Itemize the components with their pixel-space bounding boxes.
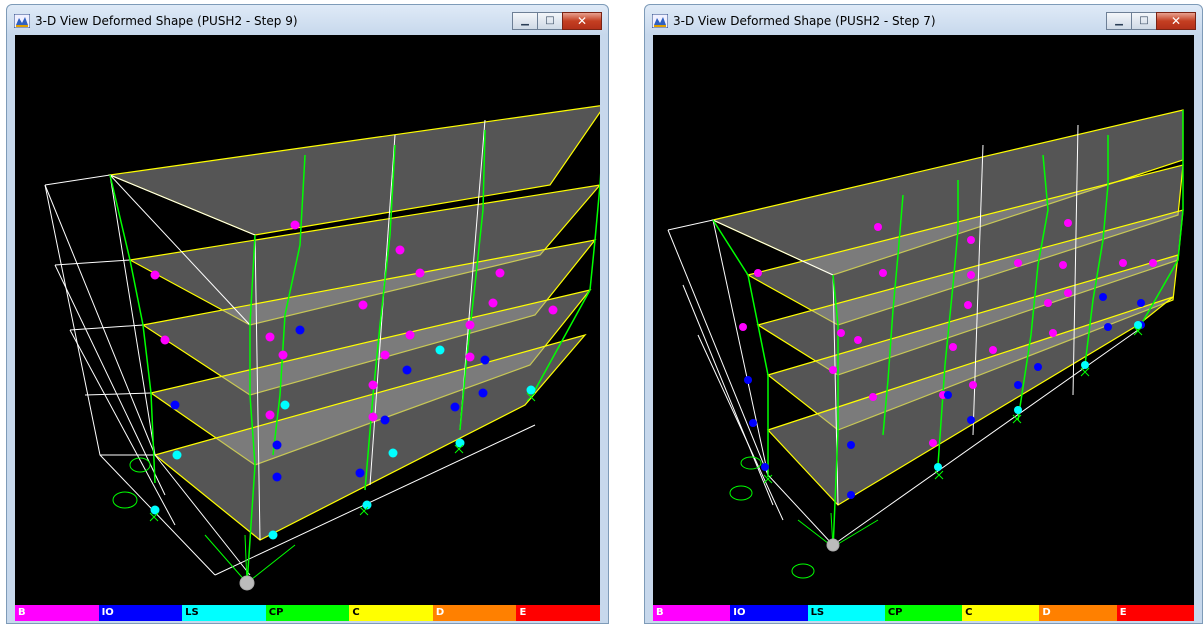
minimize-button[interactable]: ▁ bbox=[512, 12, 538, 30]
legend-item-io: IO bbox=[730, 605, 808, 621]
title-bar[interactable]: 3-D View Deformed Shape (PUSH2 - Step 9)… bbox=[7, 5, 608, 35]
window-right: 3-D View Deformed Shape (PUSH2 - Step 7)… bbox=[644, 4, 1203, 624]
hinge-legend: B IO LS CP C D E bbox=[15, 605, 601, 621]
deformed-shape-canvas bbox=[667, 109, 1184, 579]
deformed-shape-canvas bbox=[44, 105, 600, 591]
legend-item-b: B bbox=[15, 605, 99, 621]
legend-item-c: C bbox=[349, 605, 433, 621]
legend-item-ls: LS bbox=[807, 605, 885, 621]
legend-item-d: D bbox=[432, 605, 517, 621]
model-viewport[interactable] bbox=[653, 35, 1194, 605]
legend-item-ls: LS bbox=[182, 605, 266, 621]
legend-item-e: E bbox=[1116, 605, 1194, 621]
slabs bbox=[711, 109, 1184, 506]
window-title: 3-D View Deformed Shape (PUSH2 - Step 7) bbox=[673, 14, 936, 28]
maximize-button[interactable]: □ bbox=[1131, 12, 1157, 30]
model-viewport[interactable] bbox=[15, 35, 600, 605]
legend-item-d: D bbox=[1039, 605, 1117, 621]
hinge-legend: B IO LS CP C D E bbox=[653, 605, 1194, 621]
legend-item-c: C bbox=[962, 605, 1040, 621]
legend-item-b: B bbox=[653, 605, 731, 621]
slabs bbox=[107, 105, 600, 541]
legend-item-e: E bbox=[516, 605, 601, 621]
close-button[interactable]: ✕ bbox=[1156, 12, 1196, 30]
sap-app-icon bbox=[652, 14, 668, 28]
minimize-button[interactable]: ▁ bbox=[1106, 12, 1132, 30]
legend-item-cp: CP bbox=[884, 605, 963, 621]
maximize-button[interactable]: □ bbox=[537, 12, 563, 30]
window-title: 3-D View Deformed Shape (PUSH2 - Step 9) bbox=[35, 14, 298, 28]
close-button[interactable]: ✕ bbox=[562, 12, 602, 30]
title-bar[interactable]: 3-D View Deformed Shape (PUSH2 - Step 7)… bbox=[645, 5, 1202, 35]
window-left: 3-D View Deformed Shape (PUSH2 - Step 9)… bbox=[6, 4, 609, 624]
legend-item-cp: CP bbox=[265, 605, 350, 621]
sap-app-icon bbox=[14, 14, 30, 28]
legend-item-io: IO bbox=[98, 605, 183, 621]
